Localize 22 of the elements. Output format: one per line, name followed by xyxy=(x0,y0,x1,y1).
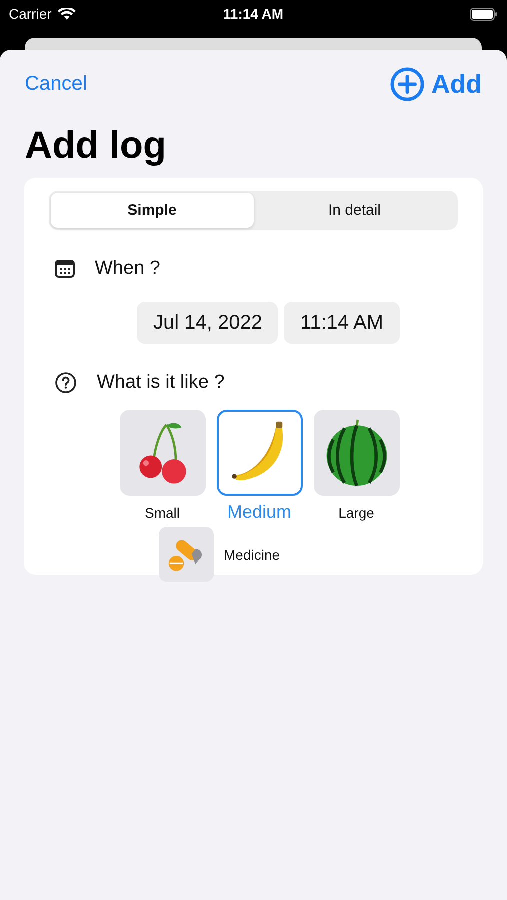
when-label: When ? xyxy=(95,258,160,280)
cancel-button[interactable]: Cancel xyxy=(25,72,88,96)
size-option[interactable] xyxy=(314,410,400,496)
question-circle-icon xyxy=(55,372,77,394)
medicine-label: Medicine xyxy=(224,546,280,562)
carrier-name: Carrier xyxy=(9,6,52,22)
date-picker[interactable]: Jul 14, 2022 xyxy=(137,302,278,344)
segment-tab[interactable]: Simple xyxy=(51,193,254,228)
battery-icon xyxy=(470,8,498,20)
status-time: 11:14 AM xyxy=(223,6,284,22)
calendar-icon xyxy=(55,260,75,278)
size-label: Large xyxy=(338,505,374,521)
what-label: What is it like ? xyxy=(97,372,225,394)
time-picker[interactable]: 11:14 AM xyxy=(284,302,400,344)
size-label: Medium xyxy=(227,502,292,523)
add-button[interactable]: Add xyxy=(390,66,482,102)
plus-circle-icon xyxy=(390,66,426,102)
page-title: Add log xyxy=(25,124,168,168)
medicine-option[interactable] xyxy=(159,527,214,582)
segment-tab[interactable]: In detail xyxy=(254,193,456,228)
wifi-icon xyxy=(58,8,76,20)
size-label: Small xyxy=(144,505,180,521)
